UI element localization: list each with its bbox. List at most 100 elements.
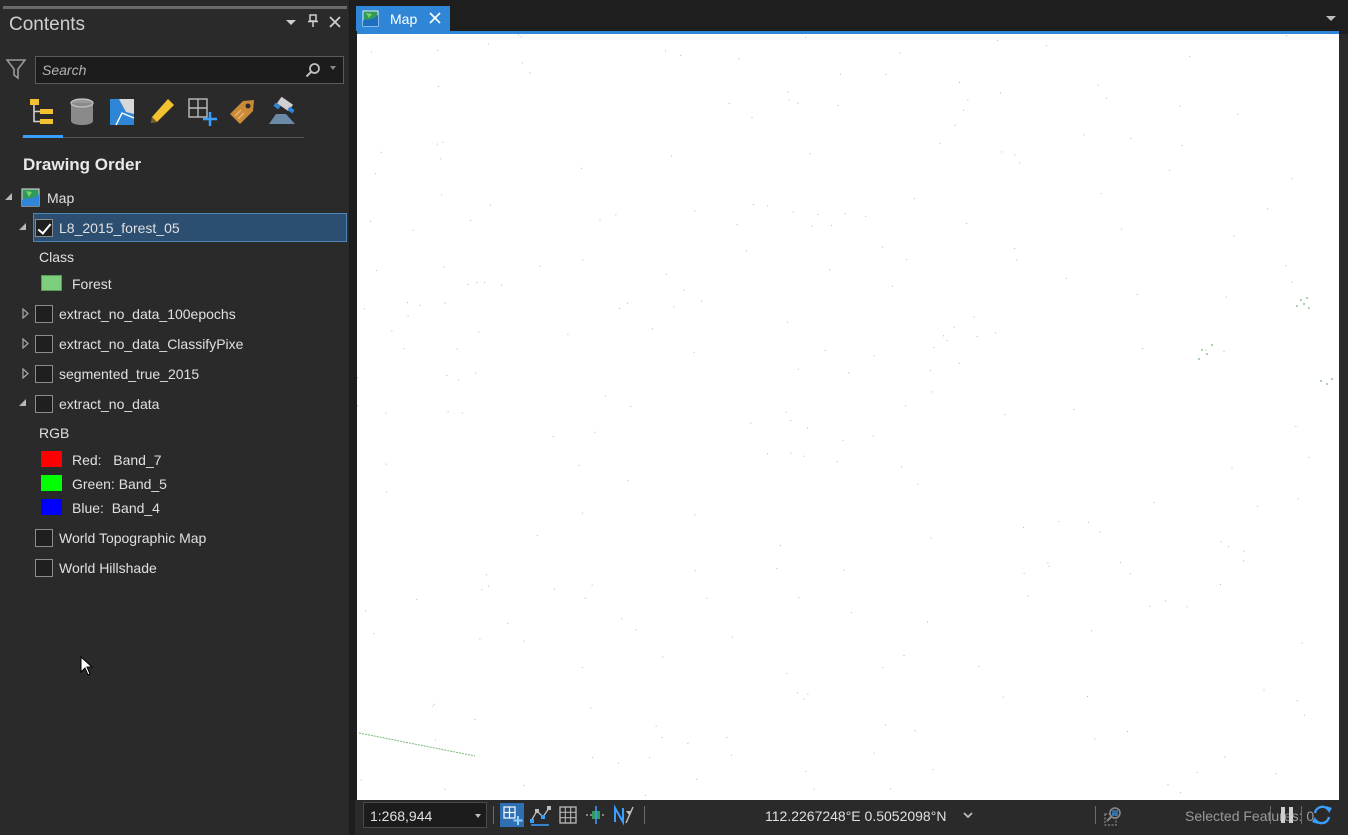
close-tab-icon[interactable] (429, 8, 441, 33)
perspective-imagery-icon[interactable] (266, 96, 298, 128)
raster-speck (913, 198, 915, 200)
pin-icon[interactable] (307, 14, 319, 31)
map-canvas[interactable] (357, 34, 1339, 800)
layer-name: extract_no_data_100epochs (59, 306, 236, 322)
raster-speck (767, 453, 768, 455)
layer-visibility-checkbox[interactable] (35, 365, 53, 383)
expand-toggle-icon[interactable] (5, 193, 12, 200)
raster-speck (842, 439, 844, 441)
layer-row-l8-2015-forest-05[interactable]: L8_2015_forest_05 (0, 214, 348, 242)
raster-speck (790, 419, 792, 421)
raster-speck (363, 308, 365, 310)
coordinate-format-chevron-down-icon[interactable] (963, 810, 973, 820)
raster-speck (837, 104, 839, 106)
blue-band-swatch[interactable] (41, 499, 62, 515)
raster-speck (906, 259, 908, 261)
raster-speck (467, 284, 469, 285)
layer-visibility-checkbox[interactable] (35, 395, 53, 413)
layer-visibility-checkbox[interactable] (35, 529, 53, 547)
raster-speck (965, 223, 967, 224)
red-band-swatch[interactable] (41, 451, 62, 467)
drawing-order-icon[interactable] (26, 96, 58, 128)
selection-icon[interactable] (106, 96, 138, 128)
raster-speck (520, 36, 522, 38)
raster-speck (850, 612, 852, 613)
layer-visibility-checkbox[interactable] (35, 559, 53, 577)
layer-visibility-checkbox[interactable] (35, 305, 53, 323)
collapsed-expand-icon[interactable] (22, 338, 29, 349)
raster-speck (440, 158, 442, 160)
raster-speck (873, 752, 875, 754)
raster-speck (683, 289, 685, 291)
raster-speck (1223, 350, 1225, 352)
raster-speck (953, 326, 955, 328)
expand-toggle-icon[interactable] (19, 223, 26, 230)
tab-overflow-chevron-down-icon[interactable] (1326, 16, 1336, 21)
layer-row-segmented-true-2015[interactable]: segmented_true_2015 (0, 360, 348, 388)
search-options-chevron-down-icon[interactable] (330, 66, 336, 70)
raster-speck (1014, 248, 1016, 249)
scale-dropdown[interactable]: 1:268,944 (363, 802, 487, 828)
pause-drawing-icon[interactable] (1280, 806, 1294, 824)
constraints-icon[interactable] (584, 803, 608, 827)
snapping-icon[interactable] (186, 96, 218, 128)
raster-speck (507, 622, 509, 624)
raster-speck (706, 597, 708, 599)
raster-speck (817, 213, 819, 215)
layer-visibility-checkbox[interactable] (35, 335, 53, 353)
raster-speck (1047, 562, 1049, 564)
layer-visibility-checkbox[interactable] (35, 219, 53, 237)
search-input[interactable] (42, 60, 292, 80)
green-band-swatch[interactable] (41, 475, 62, 491)
collapsed-expand-icon[interactable] (22, 308, 29, 319)
snapping-toggle-icon[interactable] (500, 803, 524, 827)
raster-speck (701, 300, 702, 302)
map-topology-icon[interactable] (528, 803, 552, 827)
layer-row-world-topographic-map[interactable]: World Topographic Map (0, 524, 348, 552)
correction-icon[interactable] (612, 803, 636, 827)
tab-map[interactable]: Map (356, 6, 450, 31)
grid-icon[interactable] (556, 803, 580, 827)
raster-speck (1297, 498, 1299, 500)
raster-speck (885, 724, 886, 726)
contents-pane: Contents Search Drawing Order Map L8_201… (0, 0, 350, 835)
search-box (35, 56, 344, 84)
raster-speck (444, 788, 446, 790)
raster-speck (1094, 738, 1096, 740)
raster-speck (780, 545, 781, 546)
refresh-icon[interactable] (1311, 804, 1333, 826)
raster-speck (963, 109, 964, 111)
tree-item-map[interactable]: Map (0, 184, 348, 212)
search-icon[interactable] (305, 62, 321, 78)
layer-row-extract-no-data-100epochs[interactable]: extract_no_data_100epochs (0, 300, 348, 328)
raster-speck (1121, 228, 1123, 230)
raster-speck (594, 431, 596, 433)
layer-row-extract-no-data-classifypixe[interactable]: extract_no_data_ClassifyPixe (0, 330, 348, 358)
raster-speck (973, 316, 975, 318)
raster-speck (917, 483, 919, 485)
filter-icon[interactable] (6, 57, 26, 81)
collapsed-expand-icon[interactable] (22, 368, 29, 379)
close-icon[interactable] (329, 15, 341, 31)
data-source-icon[interactable] (66, 96, 98, 128)
legend-swatch[interactable] (41, 275, 62, 291)
pane-options-icon[interactable] (285, 15, 297, 31)
raster-speck (605, 395, 606, 397)
raster-speck (552, 436, 554, 438)
raster-speck (1228, 546, 1230, 548)
chevron-down-icon[interactable] (475, 814, 481, 818)
selected-features-icon[interactable] (1102, 805, 1124, 827)
expand-toggle-icon[interactable] (19, 399, 26, 406)
pane-drag-bar[interactable] (3, 6, 347, 9)
raster-speck (1237, 113, 1239, 115)
raster-speck (407, 315, 409, 317)
map-label: Map (47, 190, 75, 206)
layer-row-world-hillshade[interactable]: World Hillshade (0, 554, 348, 582)
editing-icon[interactable] (146, 96, 178, 128)
layer-row-extract-no-data[interactable]: extract_no_data (0, 390, 348, 418)
raster-speck (967, 99, 969, 101)
raster-speck (840, 73, 842, 75)
raster-speck (788, 99, 790, 101)
labeling-icon[interactable] (226, 96, 258, 128)
raster-speck (843, 569, 845, 571)
